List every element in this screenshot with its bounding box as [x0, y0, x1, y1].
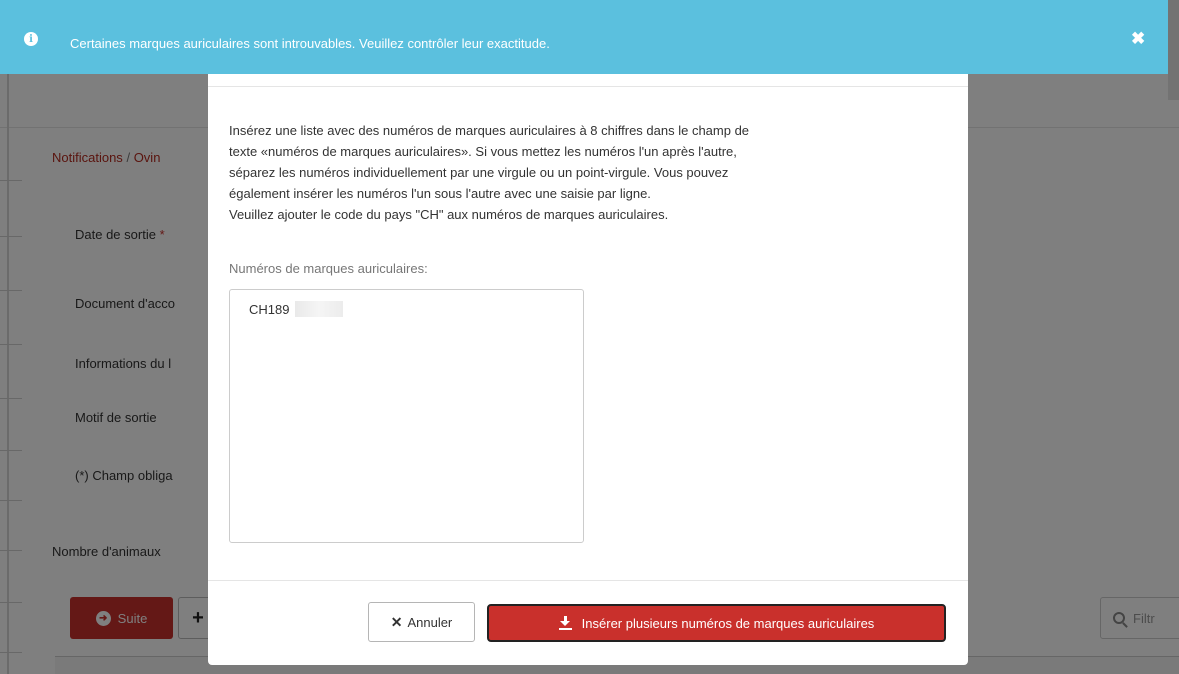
description-line: Insérez une liste avec des numéros de ma…	[229, 123, 750, 138]
info-circle-icon: i	[24, 32, 38, 46]
cancel-label: Annuler	[407, 614, 453, 630]
download-icon	[558, 616, 572, 630]
modal-header-divider	[208, 86, 968, 87]
cancel-button[interactable]: ✕ Annuler	[368, 602, 475, 642]
insert-ear-tags-button[interactable]: Insérer plusieurs numéros de marques aur…	[487, 604, 946, 642]
description-line: Veuillez ajouter le code du pays "CH" au…	[229, 207, 669, 222]
modal-footer-divider	[208, 580, 968, 581]
close-icon: ✕	[390, 613, 403, 630]
ear-tags-field-label: Numéros de marques auriculaires:	[229, 261, 428, 276]
description-line: texte «numéros de marques auriculaires».…	[229, 144, 737, 159]
close-icon[interactable]: ✖	[1131, 30, 1145, 47]
ear-tags-textarea[interactable]: CH189	[229, 289, 584, 543]
redacted-blur	[295, 301, 343, 317]
description-line: également insérer les numéros l'un sous …	[229, 186, 651, 201]
insert-ear-tags-modal: Insérez une liste avec des numéros de ma…	[208, 74, 968, 665]
modal-description: Insérez une liste avec des numéros de ma…	[229, 120, 949, 225]
insert-label: Insérer plusieurs numéros de marques aur…	[581, 615, 875, 631]
alert-banner: i Certaines marques auriculaires sont in…	[0, 0, 1168, 74]
description-line: séparez les numéros individuellement par…	[229, 165, 729, 180]
alert-message: Certaines marques auriculaires sont intr…	[70, 36, 550, 51]
